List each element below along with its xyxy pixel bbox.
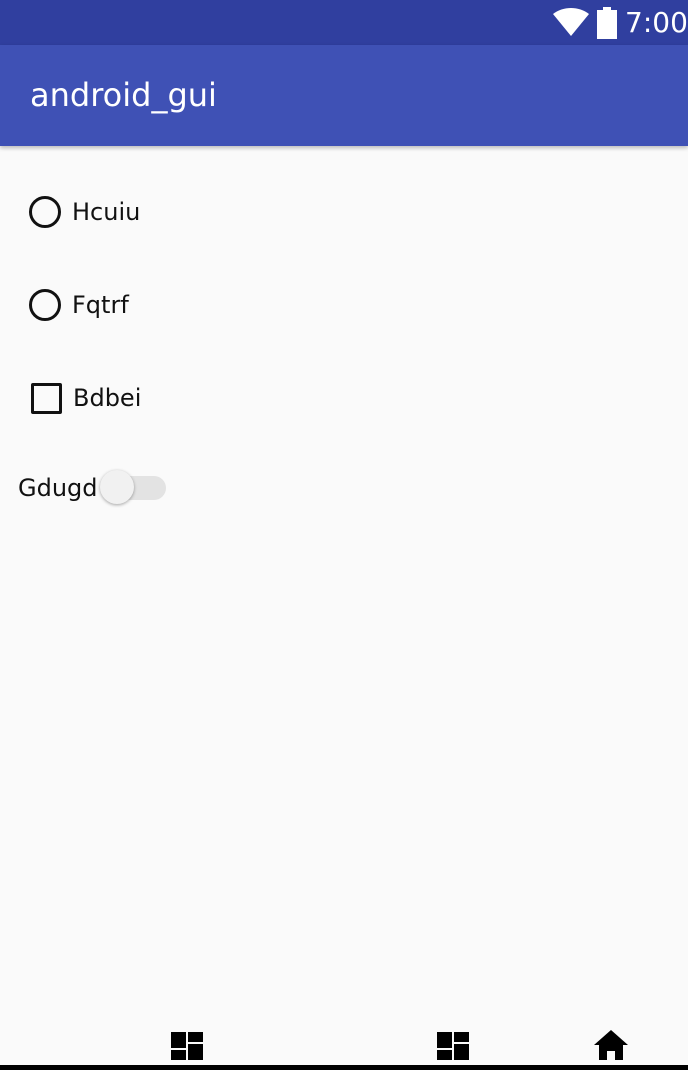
wifi-icon <box>553 8 589 36</box>
radio-option-fqtrf[interactable]: Fqtrf <box>26 283 129 327</box>
battery-icon <box>597 7 617 39</box>
app-bar: android_gui <box>0 45 688 146</box>
dashboard-icon[interactable] <box>167 1026 207 1064</box>
home-icon[interactable] <box>591 1026 631 1064</box>
radio-button-icon[interactable] <box>29 289 61 321</box>
toggle-switch[interactable] <box>99 466 166 510</box>
checkbox-icon[interactable] <box>31 382 62 414</box>
switch-row-gdugd[interactable]: Gdugd <box>18 466 166 510</box>
status-clock: 7:00 <box>625 6 688 39</box>
checkbox-option-bdbei[interactable]: Bdbei <box>26 376 141 420</box>
radio-button-icon[interactable] <box>29 196 61 228</box>
checkbox-label: Bdbei <box>73 384 142 412</box>
nav-bar-divider <box>0 1065 688 1070</box>
radio-label: Hcuiu <box>72 198 141 226</box>
navigation-bar <box>0 1020 688 1070</box>
switch-thumb[interactable] <box>99 470 134 504</box>
status-bar: 7:00 <box>0 0 688 45</box>
dashboard-icon[interactable] <box>433 1026 473 1064</box>
radio-label: Fqtrf <box>72 291 129 319</box>
app-title: android_gui <box>30 76 217 114</box>
radio-option-hcuiu[interactable]: Hcuiu <box>26 190 140 234</box>
switch-label: Gdugd <box>18 474 98 502</box>
